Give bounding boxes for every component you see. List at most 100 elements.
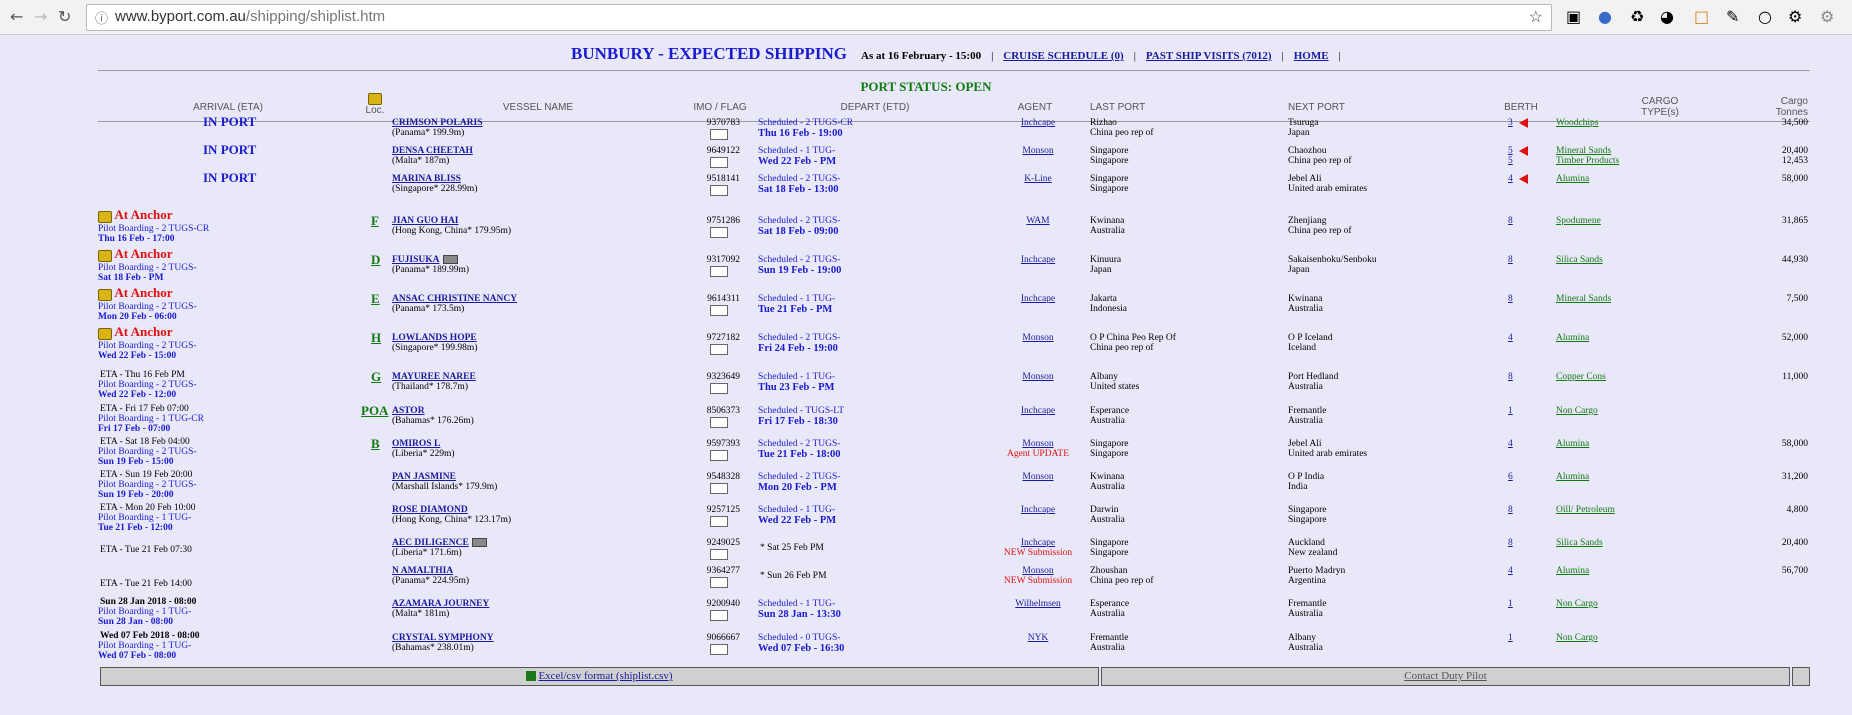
berth-link[interactable]: 8 (1508, 372, 1513, 382)
agent-link[interactable]: NYK (1000, 633, 1076, 643)
document-icon[interactable] (710, 157, 728, 168)
agent-link[interactable]: Inchcape (1000, 538, 1076, 548)
berth-link[interactable]: 8 (1508, 216, 1513, 226)
berth-link[interactable]: 8 (1508, 294, 1513, 304)
anchor-location[interactable]: H (371, 331, 381, 344)
circle-icon[interactable]: ○ (1758, 7, 1772, 26)
agent-link[interactable]: K-Line (1000, 174, 1076, 184)
berth-link[interactable]: 1 (1508, 633, 1513, 643)
cargo-type[interactable]: Copper Cons (1556, 372, 1606, 382)
col-loc-label: Loc. (365, 105, 385, 116)
agent-link[interactable]: Monson (1000, 146, 1076, 156)
agent-link[interactable]: Monson (1000, 472, 1076, 482)
agent-link[interactable]: Monson (1000, 333, 1076, 343)
agent-link[interactable]: Inchcape (1000, 505, 1076, 515)
berth-link[interactable]: 8 (1508, 255, 1513, 265)
cargo-type[interactable]: Non Cargo (1556, 406, 1598, 416)
berth-link-2[interactable]: 5 (1508, 156, 1513, 166)
berth-link[interactable]: 8 (1508, 505, 1513, 515)
info-icon[interactable]: ⓘ (95, 8, 108, 27)
berth-link[interactable]: 4 (1508, 333, 1513, 343)
back-icon[interactable]: ← (10, 7, 23, 26)
agent-link[interactable]: Inchcape (1000, 294, 1076, 304)
anchor-location[interactable]: POA (361, 404, 388, 417)
cargo-type[interactable]: Woodchips (1556, 118, 1599, 128)
berth-link[interactable]: 8 (1508, 538, 1513, 548)
berth-link[interactable]: 6 (1508, 472, 1513, 482)
cargo-type[interactable]: Oill/ Petroleum (1556, 505, 1615, 515)
document-icon[interactable] (710, 450, 728, 461)
agent-link[interactable]: Monson (1000, 372, 1076, 382)
table-row: IN PORT CRIMSON POLARIS (Panama* 199.9m) 9… (0, 115, 1852, 145)
excel-export-bar[interactable]: Excel/csv format (shiplist.csv) (100, 667, 1099, 686)
berth-link[interactable]: 1 (1508, 406, 1513, 416)
cargo-type[interactable]: Alumina (1556, 333, 1589, 343)
agent-link[interactable]: Inchcape (1000, 118, 1076, 128)
document-icon[interactable] (710, 266, 728, 277)
toolbar-icon[interactable]: □ (1694, 7, 1709, 26)
agent-link[interactable]: Inchcape (1000, 406, 1076, 416)
agent-link[interactable]: Wilhelmsen (1000, 599, 1076, 609)
cargo-type[interactable]: Alumina (1556, 566, 1589, 576)
anchor-location[interactable]: F (371, 214, 379, 227)
forward-icon[interactable]: → (34, 7, 47, 26)
berth-link[interactable]: 4 (1508, 439, 1513, 449)
cargo-type[interactable]: Alumina (1556, 472, 1589, 482)
depart-schedule: Scheduled - 1 TUG- (758, 294, 836, 304)
next-port: Fremantle (1288, 599, 1327, 609)
address-bar[interactable]: ⓘ www.byport.com.au/shipping/shiplist.ht… (86, 4, 1552, 31)
anchor-location[interactable]: G (371, 370, 381, 383)
berth-link[interactable]: 4 (1508, 174, 1528, 184)
berth-link[interactable]: 5 (1508, 146, 1528, 156)
speedometer-icon[interactable]: ◕ (1660, 7, 1674, 26)
reload-icon[interactable]: ↻ (58, 7, 71, 26)
agent-link[interactable]: Monson (1000, 566, 1076, 576)
extension-icon[interactable]: ▣ (1566, 7, 1581, 26)
document-icon[interactable] (710, 644, 728, 655)
cargo-type-2[interactable]: Timber Products (1556, 156, 1619, 166)
document-icon[interactable] (710, 610, 728, 621)
past-ship-visits-link[interactable]: PAST SHIP VISITS (7012) (1146, 50, 1272, 62)
cargo-type[interactable]: Non Cargo (1556, 633, 1598, 643)
cargo-type[interactable]: Mineral Sands (1556, 294, 1611, 304)
agent-link[interactable]: WAM (1000, 216, 1076, 226)
anchor-location[interactable]: E (371, 292, 380, 305)
cargo-type[interactable]: Mineral Sands (1556, 146, 1611, 156)
gear-icon[interactable]: ⚙ (1820, 7, 1834, 26)
pilot-boarding-time: Tue 21 Feb - 12:00 (98, 523, 173, 533)
eyedropper-icon[interactable]: ✎ (1726, 7, 1739, 26)
agent-link[interactable]: Inchcape (1000, 255, 1076, 265)
settings-icon[interactable]: ⚙ (1788, 7, 1802, 26)
recycle-icon[interactable]: ♻ (1630, 7, 1644, 26)
berth-link[interactable]: 1 (1508, 599, 1513, 609)
document-icon[interactable] (710, 577, 728, 588)
anchor-location[interactable]: D (371, 253, 380, 266)
home-link[interactable]: HOME (1294, 50, 1329, 62)
document-icon[interactable] (710, 516, 728, 527)
contact-duty-pilot-button[interactable]: Contact Duty Pilot (1101, 667, 1790, 686)
depart-time: Wed 07 Feb - 16:30 (758, 643, 845, 654)
document-icon[interactable] (710, 305, 728, 316)
cruise-schedule-link[interactable]: CRUISE SCHEDULE (0) (1003, 50, 1123, 62)
cargo-type[interactable]: Alumina (1556, 439, 1589, 449)
cargo-type[interactable]: Spodumene (1556, 216, 1601, 226)
cargo-type[interactable]: Non Cargo (1556, 599, 1598, 609)
document-icon[interactable] (710, 185, 728, 196)
cargo-type[interactable]: Alumina (1556, 174, 1589, 184)
agent-link[interactable]: Monson (1000, 439, 1076, 449)
document-icon[interactable] (710, 549, 728, 560)
globe-icon[interactable]: ● (1598, 7, 1612, 26)
berth-link[interactable]: 4 (1508, 566, 1513, 576)
document-icon[interactable] (710, 344, 728, 355)
document-icon[interactable] (710, 417, 728, 428)
document-icon[interactable] (710, 383, 728, 394)
bookmark-star-icon[interactable]: ☆ (1529, 7, 1543, 27)
berth-link[interactable]: 3 (1508, 118, 1528, 128)
cargo-type[interactable]: Silica Sands (1556, 538, 1603, 548)
document-icon[interactable] (710, 227, 728, 238)
cargo-type[interactable]: Silica Sands (1556, 255, 1603, 265)
excel-csv-link[interactable]: Excel/csv format (shiplist.csv) (538, 670, 672, 682)
document-icon[interactable] (710, 483, 728, 494)
document-icon[interactable] (710, 129, 728, 140)
anchor-location[interactable]: B (371, 437, 380, 450)
